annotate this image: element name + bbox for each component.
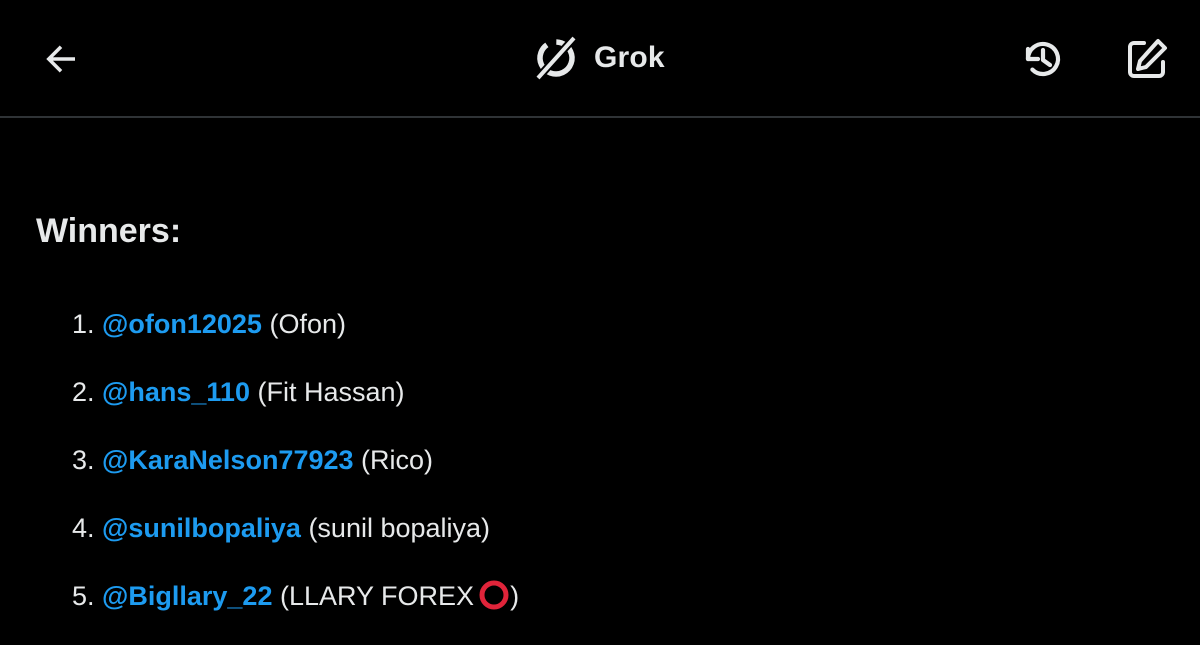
user-handle-link[interactable]: @hans_110 [102, 377, 250, 407]
arrow-left-icon [46, 45, 75, 73]
top-bar: Grok [0, 0, 1200, 118]
compose-button[interactable] [1120, 32, 1174, 86]
list-item: 3. @KaraNelson77923 (Rico) [36, 426, 1156, 494]
display-name: (Fit Hassan) [257, 377, 405, 407]
list-number: 5. [72, 581, 95, 611]
history-icon [1025, 41, 1061, 77]
display-name: (LLARY FOREX [279, 581, 475, 611]
display-name: (Ofon) [269, 309, 346, 339]
list-item: 2. @hans_110 (Fit Hassan) [36, 358, 1156, 426]
back-button[interactable] [36, 34, 86, 84]
user-handle-link[interactable]: @sunilbopaliya [102, 513, 301, 543]
grok-logo-icon [535, 35, 577, 81]
compose-icon [1128, 39, 1167, 78]
list-item: 4. @sunilbopaliya (sunil bopaliya) [36, 494, 1156, 562]
history-button[interactable] [1016, 32, 1070, 86]
hollow-red-circle-icon [479, 580, 509, 610]
user-handle-link[interactable]: @Bigllary_22 [102, 581, 272, 611]
user-handle-link[interactable]: @ofon12025 [102, 309, 262, 339]
list-number: 3. [72, 445, 95, 475]
page-title: Grok [594, 41, 665, 74]
display-name: (sunil bopaliya) [308, 513, 491, 543]
winners-list: 1. @ofon12025 (Ofon) 2. @hans_110 (Fit H… [36, 290, 1156, 630]
list-number: 4. [72, 513, 95, 543]
display-name-close: ) [510, 581, 520, 611]
list-number: 2. [72, 377, 95, 407]
header-title-group: Grok [530, 30, 665, 86]
user-handle-link[interactable]: @KaraNelson77923 [102, 445, 353, 475]
display-name: (Rico) [361, 445, 434, 475]
list-item: 5. @Bigllary_22 (LLARY FOREX) [36, 562, 1156, 630]
list-number: 1. [72, 309, 95, 339]
grok-response: Winners: 1. @ofon12025 (Ofon) 2. @hans_1… [36, 200, 1156, 630]
list-item: 1. @ofon12025 (Ofon) [36, 290, 1156, 358]
winners-heading: Winners: [36, 212, 182, 250]
